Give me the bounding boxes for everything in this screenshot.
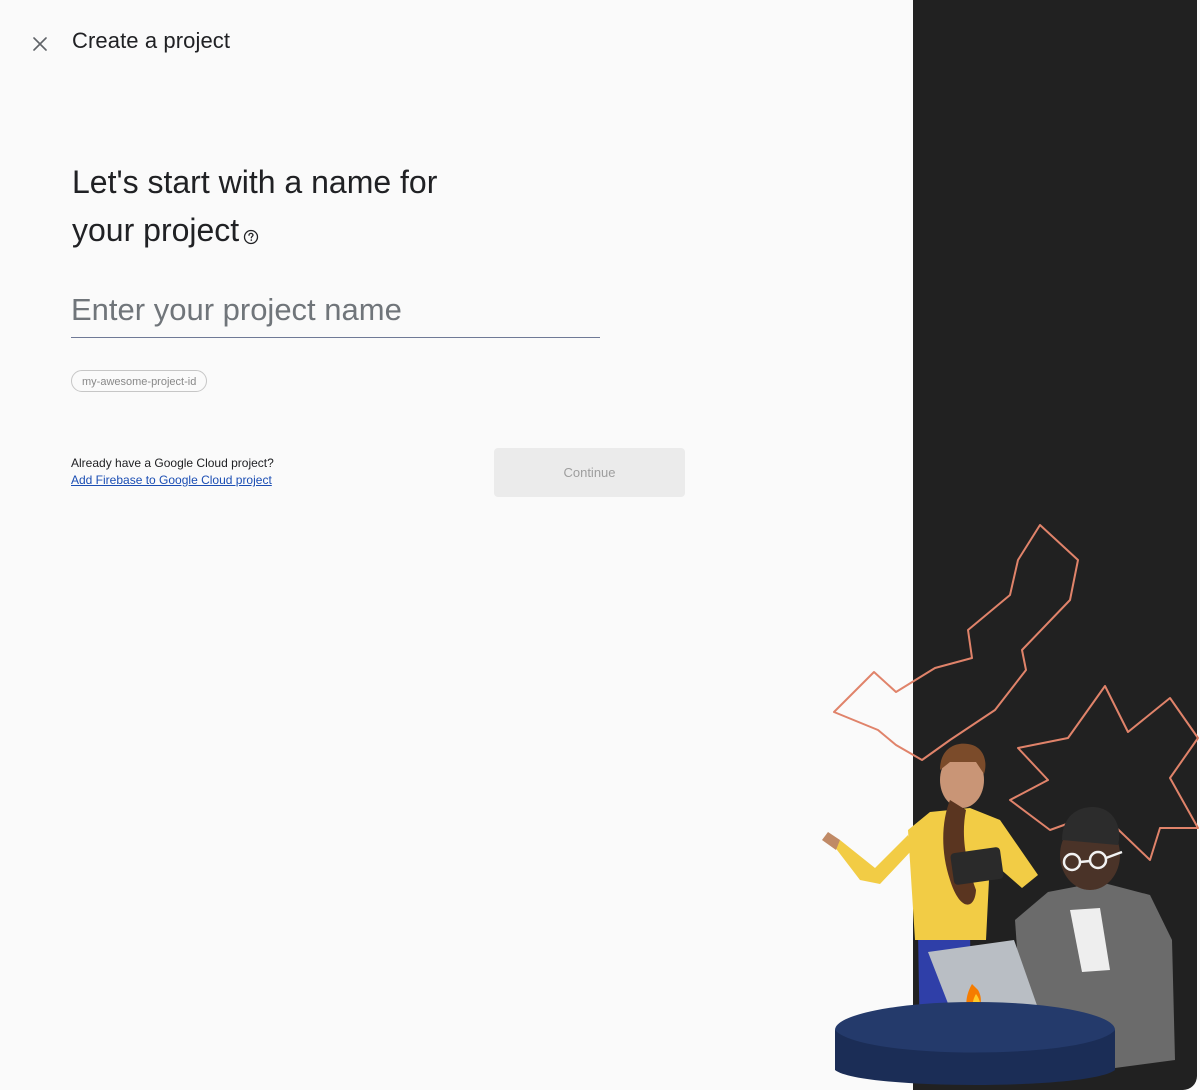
close-button[interactable] [26,30,54,58]
table [835,1002,1115,1085]
decorative-outline-shape [833,524,1079,761]
illustration [822,524,1199,1085]
page-heading: Let's start with a name for your project [72,158,532,254]
cloud-project-question: Already have a Google Cloud project? [71,456,274,470]
add-firebase-to-cloud-link[interactable]: Add Firebase to Google Cloud project [71,473,272,487]
project-name-input[interactable] [71,288,600,338]
heading-line-1: Let's start with a name for [72,164,438,200]
project-id-chip[interactable]: my-awesome-project-id [71,370,208,392]
heading-line-2: your project [72,212,240,248]
dialog-title: Create a project [72,28,231,53]
close-icon [33,37,47,51]
continue-button[interactable]: Continue [494,448,685,497]
dialog-header: Create a project [0,0,912,86]
help-circle-icon[interactable] [243,210,259,245]
